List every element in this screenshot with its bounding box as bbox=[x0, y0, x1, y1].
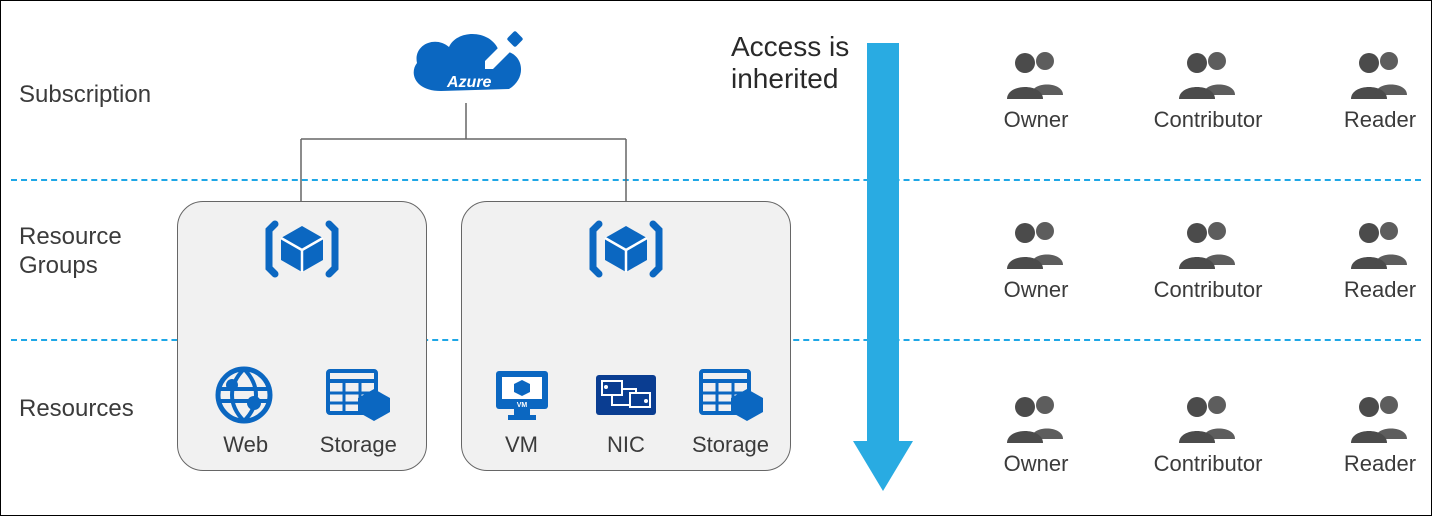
people-icon bbox=[1347, 49, 1413, 103]
storage-icon bbox=[324, 365, 392, 430]
divider-1 bbox=[11, 179, 1421, 181]
resource-nic: NIC bbox=[581, 365, 671, 458]
web-icon bbox=[214, 365, 278, 430]
role-owner: Owner bbox=[971, 219, 1101, 303]
resource-group-2: VM VM NIC bbox=[461, 201, 791, 471]
role-label: Owner bbox=[1004, 277, 1069, 303]
vm-icon: VM bbox=[490, 365, 554, 430]
inheritance-arrow bbox=[853, 43, 913, 493]
resource-storage: Storage bbox=[313, 365, 403, 458]
role-label: Contributor bbox=[1154, 107, 1263, 133]
people-icon bbox=[1175, 393, 1241, 447]
role-owner: Owner bbox=[971, 393, 1101, 477]
svg-text:VM: VM bbox=[516, 402, 527, 409]
role-label: Owner bbox=[1004, 107, 1069, 133]
roles-row-subscription: Owner Contributor Reader bbox=[971, 49, 1432, 133]
roles-row-resources: Owner Contributor Reader bbox=[971, 393, 1432, 477]
people-icon bbox=[1175, 219, 1241, 273]
role-owner: Owner bbox=[971, 49, 1101, 133]
level-label-subscription: Subscription bbox=[19, 81, 151, 110]
role-contributor: Contributor bbox=[1143, 393, 1273, 477]
role-label: Owner bbox=[1004, 451, 1069, 477]
resource-label: Web bbox=[223, 432, 268, 458]
role-label: Contributor bbox=[1154, 277, 1263, 303]
nic-icon bbox=[590, 365, 662, 430]
resource-web: Web bbox=[201, 365, 291, 458]
role-reader: Reader bbox=[1315, 49, 1432, 133]
resource-label: NIC bbox=[607, 432, 645, 458]
people-icon bbox=[1003, 393, 1069, 447]
roles-row-resource-groups: Owner Contributor Reader bbox=[971, 219, 1432, 303]
people-icon bbox=[1003, 49, 1069, 103]
resource-storage: Storage bbox=[686, 365, 776, 458]
level-label-resource-groups: Resource Groups bbox=[19, 223, 122, 281]
azure-cloud-icon: Azure bbox=[403, 23, 529, 103]
resource-label: Storage bbox=[320, 432, 397, 458]
resource-group-icon bbox=[462, 212, 790, 286]
people-icon bbox=[1003, 219, 1069, 273]
role-label: Reader bbox=[1344, 451, 1416, 477]
people-icon bbox=[1347, 393, 1413, 447]
storage-icon bbox=[697, 365, 765, 430]
level-label-resources: Resources bbox=[19, 395, 134, 424]
access-inherited-label: Access is inherited bbox=[731, 31, 849, 95]
role-contributor: Contributor bbox=[1143, 49, 1273, 133]
resource-group-1: Web Storage bbox=[177, 201, 427, 471]
people-icon bbox=[1175, 49, 1241, 103]
diagram-canvas: Subscription Resource Groups Resources A… bbox=[0, 0, 1432, 516]
people-icon bbox=[1347, 219, 1413, 273]
role-contributor: Contributor bbox=[1143, 219, 1273, 303]
resource-vm: VM VM bbox=[477, 365, 567, 458]
role-label: Reader bbox=[1344, 277, 1416, 303]
role-label: Contributor bbox=[1154, 451, 1263, 477]
resource-label: VM bbox=[505, 432, 538, 458]
role-label: Reader bbox=[1344, 107, 1416, 133]
role-reader: Reader bbox=[1315, 219, 1432, 303]
azure-brand-text: Azure bbox=[446, 74, 492, 91]
resource-label: Storage bbox=[692, 432, 769, 458]
resource-group-icon bbox=[178, 212, 426, 286]
role-reader: Reader bbox=[1315, 393, 1432, 477]
